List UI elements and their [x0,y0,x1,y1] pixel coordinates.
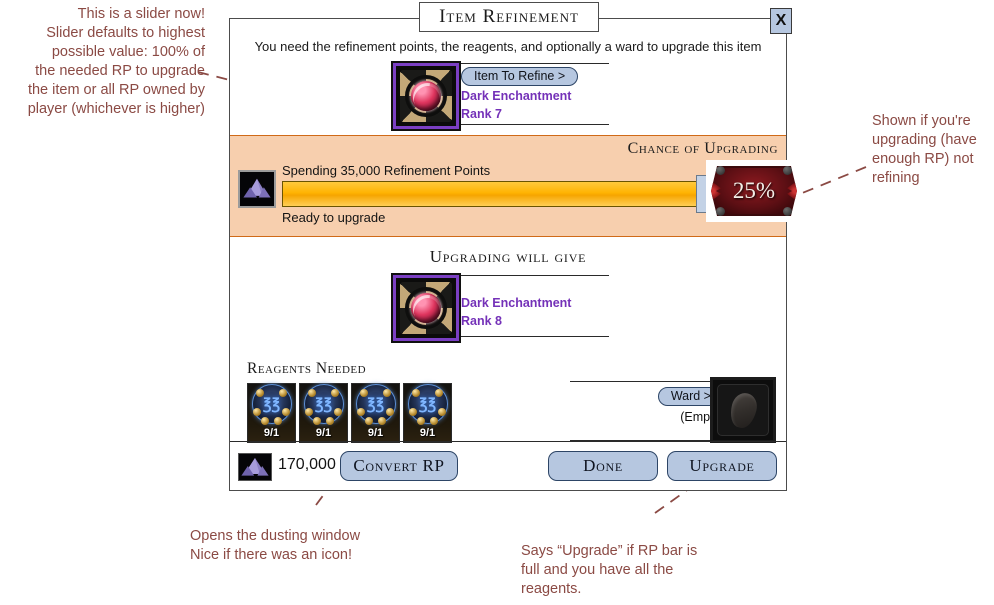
reagents-list: ℥℥ 9/1 ℥℥ 9/1 ℥℥ 9/1 ℥℥ 9/1 [247,383,452,443]
reagent-bead [274,417,282,425]
item-to-refine-name: Dark Enchantment [461,89,572,103]
ready-to-upgrade-label: Ready to upgrade [282,210,386,225]
chance-of-upgrading-title: Chance of Upgrading [627,140,778,157]
reagent-bead [326,417,334,425]
reagent-bead [383,389,391,397]
upgrade-result-name: Dark Enchantment [461,296,572,310]
reagent-orb-icon[interactable]: ℥℥ 9/1 [403,383,452,443]
plaque-barb-left [711,182,721,200]
reagent-glyph: ℥℥ [314,395,333,413]
refinement-point-crystal-icon [238,453,272,481]
reagent-bead [360,389,368,397]
reagent-bead [282,408,290,416]
refinement-points-slider-track[interactable] [282,181,700,207]
dark-enchantment-icon[interactable] [393,275,459,341]
reagent-bead [331,389,339,397]
ward-info: Ward > (Empty) [570,381,728,441]
reagent-bead [308,389,316,397]
annotation-convert-note: Opens the dusting window Nice if there w… [190,528,361,563]
dialog-footer: 170,000 Convert RP Done Upgrade [230,441,786,490]
reagent-bead [412,389,420,397]
reagent-bead [256,389,264,397]
plaque-barb-right [787,182,797,200]
reagent-bead [357,408,365,416]
reagent-count: 9/1 [367,427,384,439]
reagent-bead [305,408,313,416]
dialog-title-plate: Item Refinement [419,2,599,32]
upgrade-result-info: Dark Enchantment Rank 8 [461,275,609,337]
crystal-shape [243,178,271,198]
ward-empty-label: (Empty) [680,410,724,424]
crystal-shape [241,457,269,476]
item-to-refine-row: Item To Refine > Dark Enchantment Rank 7 [393,63,609,129]
reagent-bead [430,417,438,425]
upgrade-result-rank: Rank 8 [461,314,502,328]
chance-plaque: 25% [711,166,797,216]
leader-chance [794,166,867,197]
item-to-refine-button[interactable]: Item To Refine > [461,67,579,86]
reagent-bead [417,417,425,425]
chance-of-upgrading-badge: 25% [706,160,802,222]
reagent-orb-icon[interactable]: ℥℥ 9/1 [299,383,348,443]
close-icon[interactable]: X [770,8,792,34]
reagent-count: 9/1 [315,427,332,439]
chance-percent-value: 25% [732,178,776,203]
refinement-points-slider-fill [283,182,699,206]
reagent-count: 9/1 [263,427,280,439]
annotation-chance-note: Shown if you're upgrading (have enough R… [872,113,977,186]
reagent-bead [313,417,321,425]
reagent-glyph: ℥℥ [418,395,437,413]
page-title: Item Refinement [439,6,579,27]
reagent-bead [253,408,261,416]
reagent-bead [365,417,373,425]
reagent-bead [435,389,443,397]
plaque-stud [716,207,725,216]
reagent-orb-icon[interactable]: ℥℥ 9/1 [351,383,400,443]
reagent-bead [409,408,417,416]
annotation-upgrade-note: Says “Upgrade” if RP bar is full and you… [521,543,698,597]
upgrade-button[interactable]: Upgrade [667,451,777,481]
reagent-bead [334,408,342,416]
refinement-points-panel: Chance of Upgrading Spending 35,000 Refi… [230,135,802,237]
reagent-bead [438,408,446,416]
plaque-stud [783,166,792,175]
reagent-bead [386,408,394,416]
done-button[interactable]: Done [548,451,658,481]
item-to-refine-info: Item To Refine > Dark Enchantment Rank 7 [461,63,609,125]
plaque-stud [716,166,725,175]
reagent-glyph: ℥℥ [366,395,385,413]
reagent-bead [279,389,287,397]
spending-label: Spending 35,000 Refinement Points [282,163,491,178]
refinement-points-amount: 170,000 [278,456,336,473]
upgrade-result-row: Dark Enchantment Rank 8 [393,275,609,341]
dialog-subtitle: You need the refinement points, the reag… [254,39,762,54]
item-to-refine-rank: Rank 7 [461,107,502,121]
reagent-orb-icon[interactable]: ℥℥ 9/1 [247,383,296,443]
dark-enchantment-icon[interactable] [393,63,459,129]
ward-stone-icon[interactable] [710,377,776,443]
item-refinement-dialog: You need the refinement points, the reag… [229,18,802,491]
reagent-glyph: ℥℥ [262,395,281,413]
annotation-slider-note: This is a slider now! Slider defaults to… [27,6,205,117]
reagent-count: 9/1 [419,427,436,439]
refinement-point-crystal-icon [238,170,276,208]
convert-rp-button[interactable]: Convert RP [340,451,458,481]
reagent-bead [378,417,386,425]
upgrading-will-give-heading: Upgrading will give [429,247,587,266]
plaque-stud [783,207,792,216]
reagents-needed-heading: Reagents Needed [247,360,367,377]
reagent-bead [261,417,269,425]
